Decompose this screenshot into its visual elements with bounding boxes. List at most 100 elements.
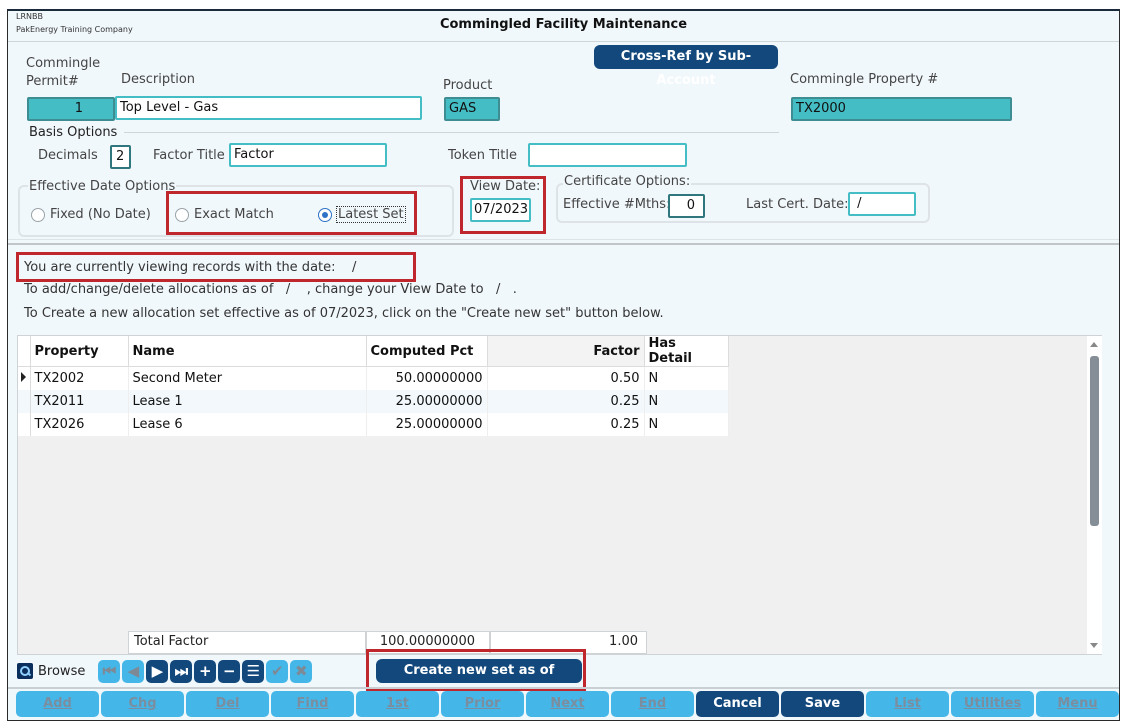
cross-ref-button[interactable]: Cross-Ref by Sub-Account bbox=[594, 45, 778, 88]
permit-field[interactable]: 1 bbox=[27, 97, 115, 121]
product-label: Product bbox=[443, 78, 493, 93]
scroll-down-arrow-icon[interactable] bbox=[1090, 643, 1098, 648]
radio-label: Fixed (No Date) bbox=[50, 207, 151, 222]
scroll-up-arrow-icon[interactable] bbox=[1090, 342, 1098, 347]
column-header-name[interactable]: Name bbox=[128, 336, 367, 367]
total-computed-pct: 100.00000000 bbox=[366, 631, 490, 654]
delete-record-icon[interactable]: − bbox=[218, 659, 241, 683]
browse-search-icon[interactable] bbox=[17, 663, 33, 679]
next-button[interactable]: Next bbox=[526, 691, 609, 717]
table-row[interactable]: TX2002 Second Meter 50.00000000 0.50 N bbox=[18, 366, 729, 390]
permit-label-line2: Permit# bbox=[26, 74, 79, 89]
list-button[interactable]: List bbox=[866, 691, 949, 717]
row-indicator bbox=[18, 389, 31, 413]
end-button[interactable]: End bbox=[611, 691, 694, 717]
factor-title-label: Factor Title bbox=[153, 148, 225, 163]
token-title-label: Token Title bbox=[448, 148, 517, 163]
add-button[interactable]: Add bbox=[16, 691, 99, 717]
radio-button-icon bbox=[175, 207, 189, 222]
utilities-button[interactable]: Utilities bbox=[951, 691, 1034, 717]
add-record-icon[interactable]: + bbox=[194, 659, 217, 683]
radio-exact-match[interactable]: Exact Match bbox=[175, 207, 274, 222]
last-cert-date-field[interactable]: / bbox=[848, 192, 916, 216]
effective-months-label: Effective #Mths: bbox=[563, 197, 671, 212]
section-divider-bottom bbox=[8, 243, 1119, 245]
column-header-factor[interactable]: Factor bbox=[487, 336, 645, 367]
row-indicator bbox=[18, 412, 31, 436]
table-row[interactable]: TX2011 Lease 1 25.00000000 0.25 N bbox=[18, 389, 729, 413]
decimals-label: Decimals bbox=[38, 148, 98, 163]
table-row[interactable]: TX2026 Lease 6 25.00000000 0.25 N bbox=[18, 412, 729, 436]
radio-fixed-no-date[interactable]: Fixed (No Date) bbox=[31, 207, 151, 222]
description-field[interactable]: Top Level - Gas bbox=[115, 96, 422, 120]
commingled-facility-window: LRNBB PakEnergy Training Company Comming… bbox=[7, 9, 1120, 721]
change-view-date-message: To add/change/delete allocations as of /… bbox=[24, 282, 517, 297]
record-navigation-bar: Browse ⏮ ◀ ▶ ⏭ + − ☰ ✔ ✖ bbox=[17, 656, 314, 686]
totals-row: Total Factor 100.00000000 1.00 bbox=[128, 631, 647, 654]
create-new-set-button[interactable]: Create new set as of 07/2023 bbox=[376, 659, 582, 702]
column-header-has-detail[interactable]: Has Detail bbox=[644, 336, 729, 367]
create-set-instructions: To Create a new allocation set effective… bbox=[24, 306, 664, 321]
title-divider bbox=[8, 41, 1119, 42]
cell-has-detail[interactable]: N bbox=[644, 366, 729, 390]
scroll-thumb[interactable] bbox=[1090, 356, 1099, 526]
token-title-field[interactable] bbox=[528, 143, 687, 167]
change-button[interactable]: Chg bbox=[101, 691, 184, 717]
cell-computed-pct[interactable]: 25.00000000 bbox=[366, 389, 488, 413]
total-factor: 1.00 bbox=[490, 631, 647, 654]
factor-title-field[interactable]: Factor bbox=[229, 143, 387, 167]
radio-label: Exact Match bbox=[194, 207, 274, 222]
basis-options-caption: Basis Options bbox=[29, 125, 118, 140]
radio-button-icon bbox=[31, 207, 45, 222]
effective-date-caption: Effective Date Options bbox=[28, 179, 177, 194]
grid-vertical-scrollbar[interactable] bbox=[1087, 336, 1102, 654]
browse-label[interactable]: Browse bbox=[38, 664, 85, 679]
delete-button[interactable]: Del bbox=[186, 691, 269, 717]
cell-computed-pct[interactable]: 50.00000000 bbox=[366, 366, 488, 390]
cell-name[interactable]: Lease 1 bbox=[128, 389, 367, 413]
save-button[interactable]: Save bbox=[781, 691, 864, 717]
product-field[interactable]: GAS bbox=[444, 97, 500, 121]
view-date-label: View Date: bbox=[470, 179, 541, 194]
column-header-computed-pct[interactable]: Computed Pct bbox=[366, 336, 488, 367]
column-header-property[interactable]: Property bbox=[30, 336, 129, 367]
allocation-table: Property Name Computed Pct Factor Has De… bbox=[18, 336, 729, 436]
radio-latest-set[interactable]: Latest Set bbox=[318, 206, 406, 223]
first-record-icon[interactable]: ⏮ bbox=[98, 659, 121, 683]
effective-months-field[interactable]: 0 bbox=[668, 194, 705, 218]
prior-record-icon[interactable]: ◀ bbox=[122, 659, 145, 683]
cell-name[interactable]: Second Meter bbox=[128, 366, 367, 390]
cell-property[interactable]: TX2011 bbox=[30, 389, 129, 413]
cell-property[interactable]: TX2026 bbox=[30, 412, 129, 436]
cell-has-detail[interactable]: N bbox=[644, 389, 729, 413]
last-cert-date-label: Last Cert. Date: bbox=[746, 197, 849, 212]
cell-factor[interactable]: 0.25 bbox=[487, 389, 645, 413]
cell-property[interactable]: TX2002 bbox=[30, 366, 129, 390]
decimals-field[interactable]: 2 bbox=[110, 145, 131, 169]
confirm-icon[interactable]: ✔ bbox=[266, 659, 289, 683]
permit-label-line1: Commingle bbox=[26, 56, 101, 71]
first-button[interactable]: 1st bbox=[356, 691, 439, 717]
last-record-icon[interactable]: ⏭ bbox=[170, 659, 193, 683]
description-label: Description bbox=[121, 72, 196, 87]
radio-selected-icon bbox=[318, 207, 332, 222]
cell-factor[interactable]: 0.50 bbox=[487, 366, 645, 390]
radio-label: Latest Set bbox=[336, 206, 406, 223]
cancel-icon[interactable]: ✖ bbox=[290, 659, 313, 683]
commingle-property-field[interactable]: TX2000 bbox=[791, 97, 1012, 121]
menu-button[interactable]: Menu bbox=[1036, 691, 1119, 717]
window-title: Commingled Facility Maintenance bbox=[439, 17, 688, 32]
cell-has-detail[interactable]: N bbox=[644, 412, 729, 436]
cell-computed-pct[interactable]: 25.00000000 bbox=[366, 412, 488, 436]
toolbar-divider bbox=[8, 687, 1119, 689]
cancel-button[interactable]: Cancel bbox=[696, 691, 779, 717]
cell-name[interactable]: Lease 6 bbox=[128, 412, 367, 436]
find-button[interactable]: Find bbox=[271, 691, 354, 717]
prior-button[interactable]: Prior bbox=[441, 691, 524, 717]
basis-divider bbox=[124, 132, 779, 133]
cell-factor[interactable]: 0.25 bbox=[487, 412, 645, 436]
next-record-icon[interactable]: ▶ bbox=[146, 659, 169, 683]
view-date-field[interactable]: 07/2023 bbox=[470, 198, 531, 222]
notes-icon[interactable]: ☰ bbox=[242, 659, 265, 683]
viewing-date-message: You are currently viewing records with t… bbox=[24, 260, 357, 275]
